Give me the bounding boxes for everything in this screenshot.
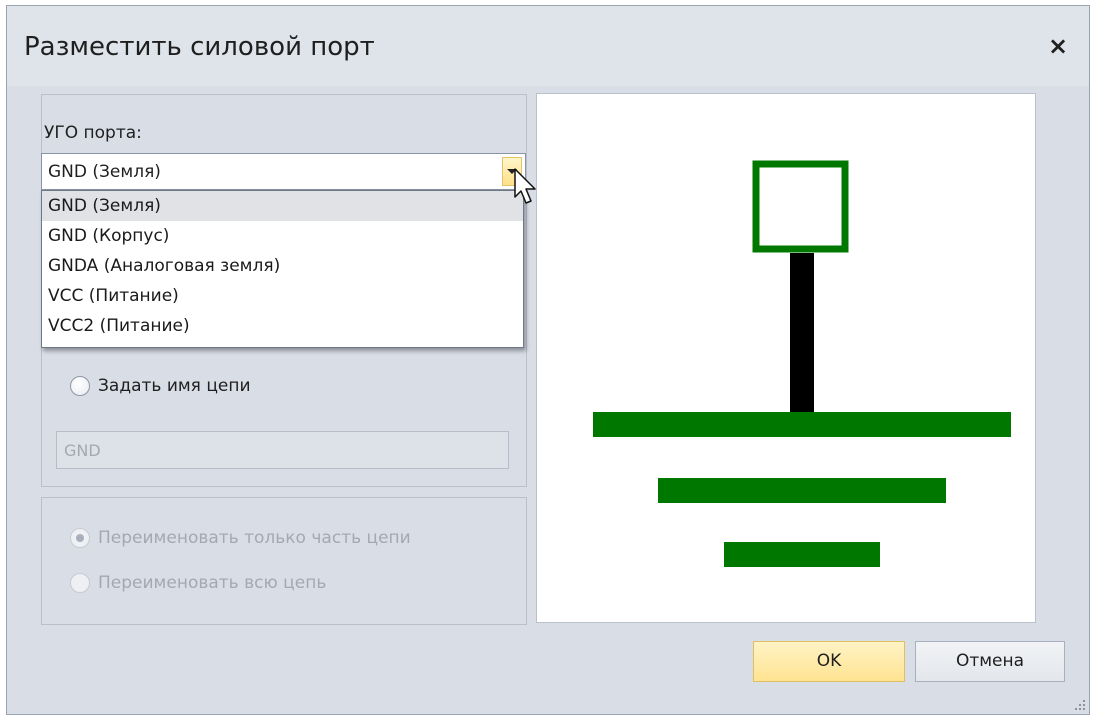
rename-whole-option[interactable]: Переименовать всю цепь xyxy=(70,573,326,593)
dialog-titlebar: Разместить силовой порт × xyxy=(7,6,1089,86)
dropdown-option[interactable]: VCC (Питание) xyxy=(42,281,523,311)
ok-button[interactable]: OK xyxy=(753,641,905,682)
ground-bar-small xyxy=(724,542,880,567)
cancel-button[interactable]: Отмена xyxy=(915,641,1065,682)
ground-bar-medium xyxy=(658,478,946,503)
set-net-name-radio[interactable] xyxy=(70,376,90,396)
set-net-name-option[interactable]: Задать имя цепи xyxy=(70,376,251,396)
rename-options-group xyxy=(41,497,527,625)
symbol-pin-square xyxy=(752,160,849,253)
dialog-title: Разместить силовой порт xyxy=(24,32,375,62)
dropdown-option[interactable]: VCC2 (Питание) xyxy=(42,311,523,341)
resize-grip-icon[interactable] xyxy=(1074,699,1086,711)
set-net-name-label: Задать имя цепи xyxy=(98,376,251,396)
dropdown-option[interactable]: GNDA (Аналоговая земля) xyxy=(42,251,523,281)
rename-part-label: Переименовать только часть цепи xyxy=(98,528,411,548)
mouse-pointer-icon xyxy=(514,168,536,204)
rename-whole-radio[interactable] xyxy=(70,573,90,593)
port-symbol-combo[interactable]: GND (Земля) xyxy=(41,153,526,190)
symbol-preview xyxy=(536,93,1036,623)
rename-whole-label: Переименовать всю цепь xyxy=(98,573,327,593)
port-symbol-label: УГО порта: xyxy=(44,123,142,143)
port-symbol-combo-value: GND (Земля) xyxy=(48,162,161,182)
close-icon[interactable]: × xyxy=(1043,31,1073,61)
place-power-port-dialog: Разместить силовой порт × УГО порта: GND… xyxy=(6,5,1090,715)
net-name-field[interactable]: GND xyxy=(56,431,509,469)
dropdown-option[interactable]: GND (Корпус) xyxy=(42,221,523,251)
ground-symbol-graphic xyxy=(593,160,1011,567)
dropdown-option[interactable]: GND (Земля) xyxy=(42,191,523,221)
rename-part-radio[interactable] xyxy=(70,528,90,548)
rename-part-option[interactable]: Переименовать только часть цепи xyxy=(70,528,411,548)
symbol-stem xyxy=(790,253,814,413)
port-symbol-dropdown-list: GND (Земля) GND (Корпус) GNDA (Аналогова… xyxy=(41,190,524,348)
ground-bar-large xyxy=(593,412,1011,437)
